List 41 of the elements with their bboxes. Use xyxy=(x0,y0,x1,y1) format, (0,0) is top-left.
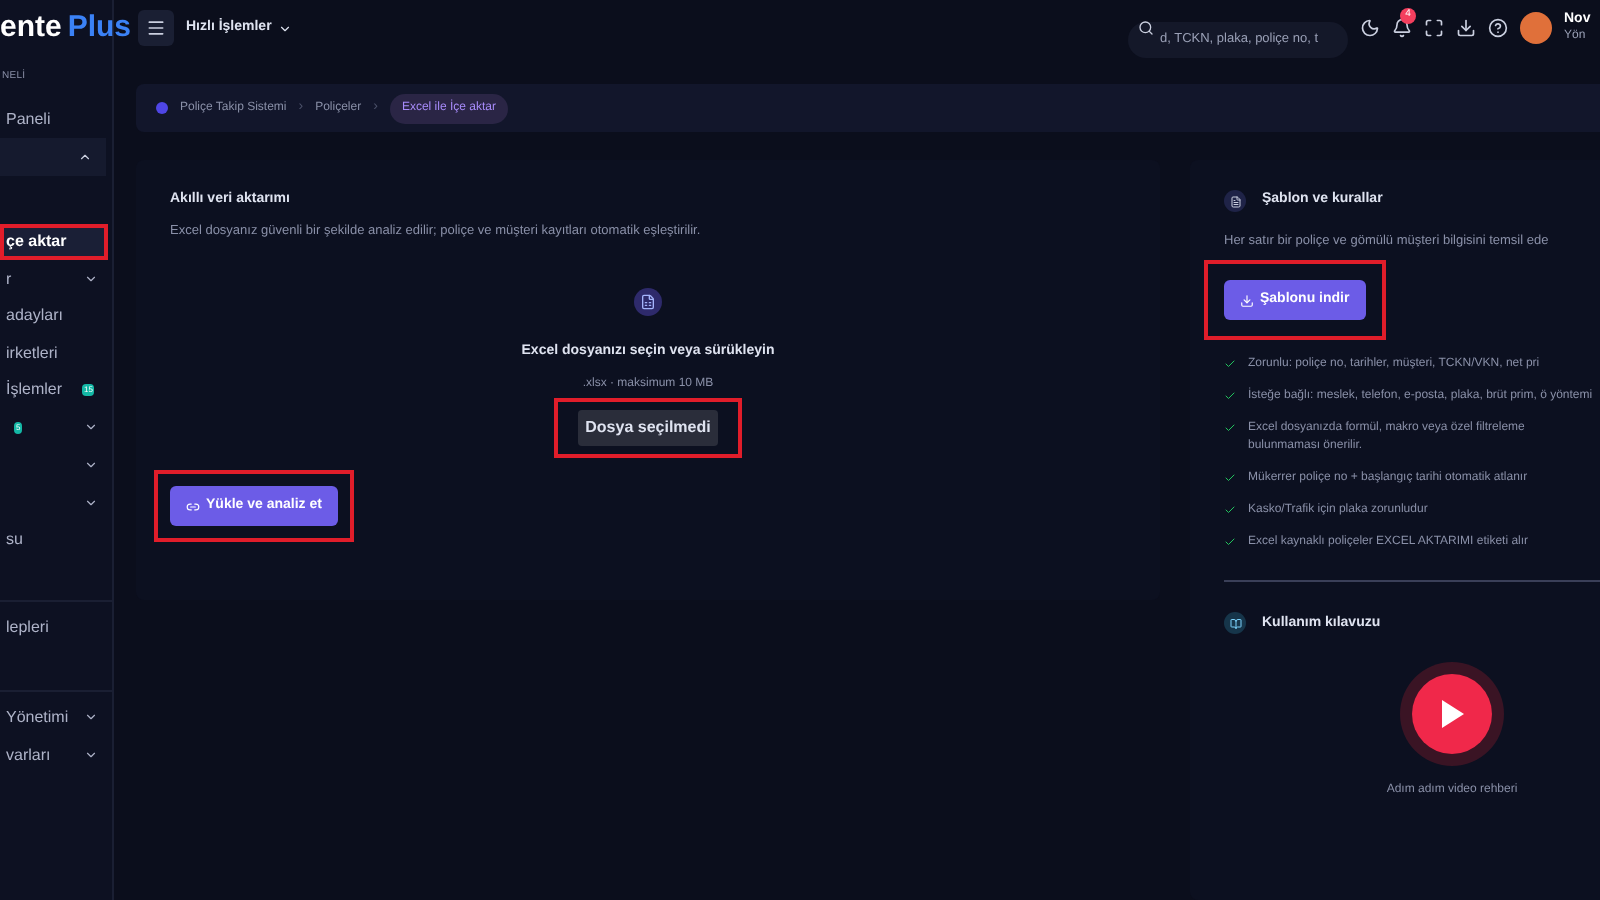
check-icon xyxy=(1224,536,1236,549)
moon-icon[interactable] xyxy=(1360,18,1380,38)
logo-accent-text: Plus xyxy=(67,7,132,48)
fullscreen-icon[interactable] xyxy=(1424,18,1444,38)
chevron-down-icon xyxy=(84,748,98,763)
sidebar-item[interactable]: Yönetimi xyxy=(0,699,112,737)
sidebar-item[interactable]: varları xyxy=(0,736,112,774)
chevron-down-icon xyxy=(277,21,292,35)
help-icon[interactable] xyxy=(1488,18,1508,38)
document-icon xyxy=(1224,190,1246,212)
file-icon xyxy=(634,288,662,317)
sidebar-item[interactable]: çe aktar xyxy=(0,223,108,261)
chevron-down-icon xyxy=(84,420,98,435)
sidebar-item[interactable]: irketleri xyxy=(0,334,112,373)
sidebar-item[interactable]: Paneli xyxy=(0,101,112,139)
avatar[interactable] xyxy=(1520,12,1552,44)
menu-icon xyxy=(146,18,166,38)
chevron-up-icon xyxy=(78,149,92,164)
chevron-down-icon xyxy=(84,458,98,473)
check-icon xyxy=(1224,422,1236,435)
link-icon xyxy=(186,499,200,513)
logo-text: ente xyxy=(0,7,62,48)
download-icon[interactable] xyxy=(1456,18,1476,38)
chevron-down-icon xyxy=(84,495,98,510)
sidebar-item[interactable]: lepleri xyxy=(0,610,112,648)
chevron-down-icon xyxy=(84,710,98,725)
file-chooser-button[interactable]: Dosya seçilmedi xyxy=(577,409,719,446)
check-icon xyxy=(1224,472,1236,485)
menu-button[interactable] xyxy=(138,10,174,46)
sidebar-item[interactable]: adayları xyxy=(0,297,112,335)
book-icon xyxy=(1224,612,1246,635)
search-icon xyxy=(1138,20,1154,36)
play-icon xyxy=(1438,698,1466,731)
check-icon xyxy=(1224,504,1236,517)
check-icon xyxy=(1224,390,1236,403)
sidebar-item[interactable]: r xyxy=(0,260,112,298)
check-icon xyxy=(1224,358,1236,371)
notification-icon[interactable] xyxy=(1392,18,1412,38)
sidebar-item[interactable]: su xyxy=(0,520,112,559)
download-icon xyxy=(1240,293,1254,307)
chevron-down-icon xyxy=(84,272,98,287)
